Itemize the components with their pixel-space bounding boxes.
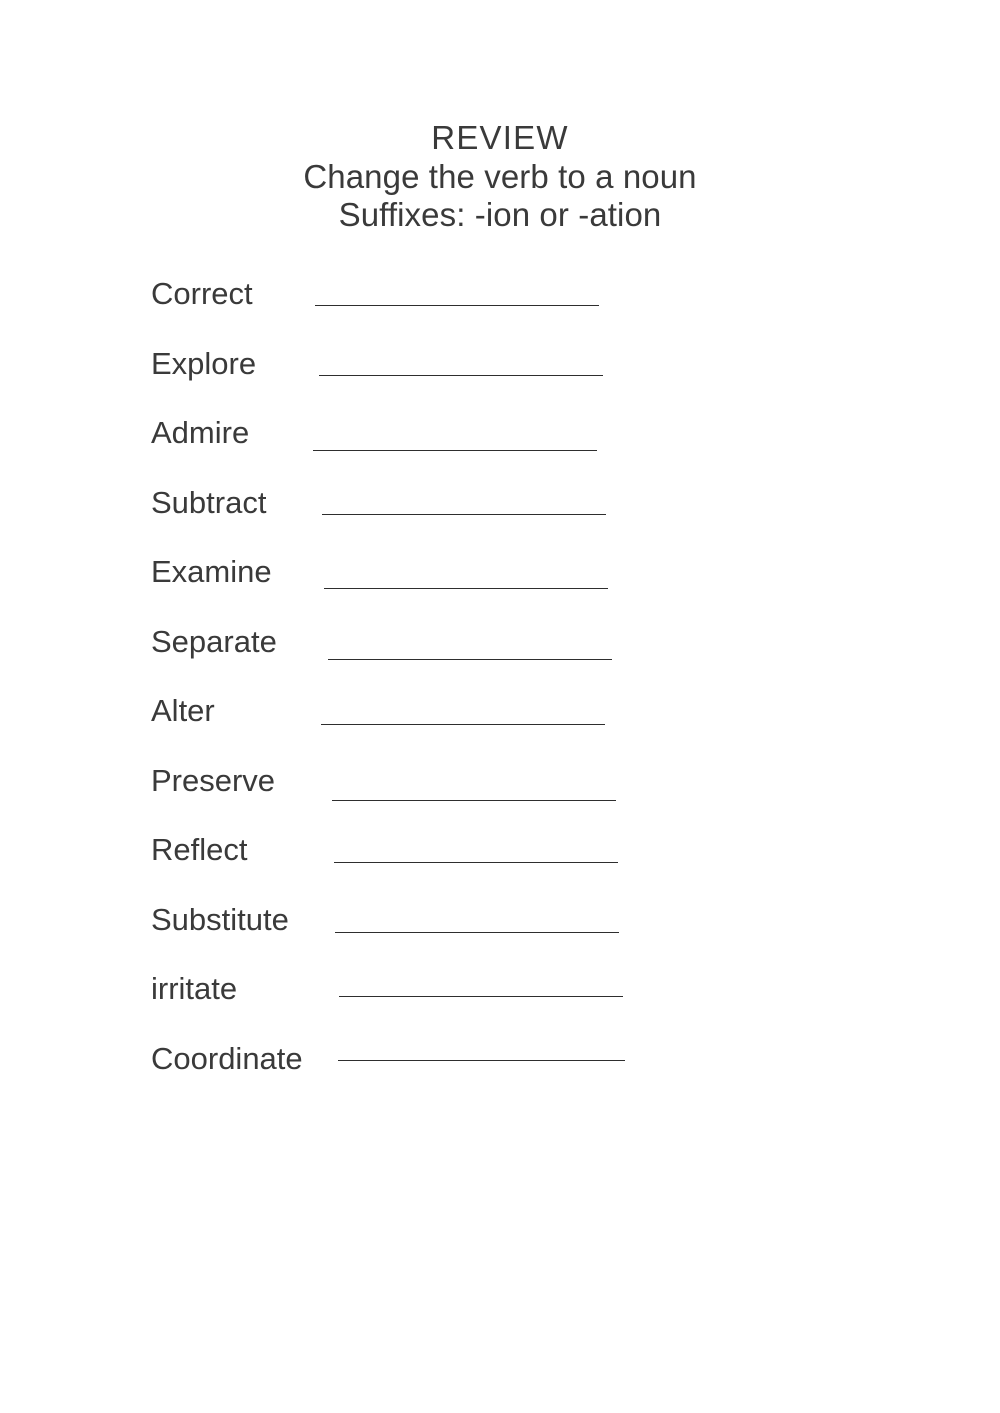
- worksheet-page: REVIEW Change the verb to a noun Suffixe…: [0, 0, 1000, 1413]
- exercise-row: Subtract: [0, 484, 1000, 530]
- verb-label: Substitute: [151, 902, 289, 937]
- exercise-row: Examine: [0, 553, 1000, 599]
- exercise-row: irritate: [0, 970, 1000, 1016]
- verb-label: Coordinate: [151, 1041, 303, 1076]
- verb-label: irritate: [151, 971, 238, 1006]
- answer-blank-line[interactable]: [319, 375, 603, 376]
- answer-blank-line[interactable]: [315, 305, 599, 306]
- answer-blank-line[interactable]: [321, 724, 605, 725]
- answer-blank-line[interactable]: [339, 996, 623, 997]
- verb-label: Admire: [151, 415, 250, 450]
- verb-label: Preserve: [151, 763, 276, 798]
- exercise-row: Correct: [0, 275, 1000, 321]
- exercise-row: Coordinate: [0, 1040, 1000, 1086]
- exercise-row: Substitute: [0, 901, 1000, 947]
- exercise-row: Separate: [0, 623, 1000, 669]
- exercise-row: Alter: [0, 692, 1000, 738]
- verb-label: Explore: [151, 346, 257, 381]
- answer-blank-line[interactable]: [332, 800, 616, 801]
- answer-blank-line[interactable]: [313, 450, 597, 451]
- exercise-row: Preserve: [0, 762, 1000, 808]
- verb-label: Separate: [151, 624, 277, 659]
- verb-label: Correct: [151, 276, 253, 311]
- verb-label: Examine: [151, 554, 272, 589]
- verb-label: Reflect: [151, 832, 248, 867]
- answer-blank-line[interactable]: [322, 514, 606, 515]
- answer-blank-line[interactable]: [334, 862, 618, 863]
- answer-blank-line[interactable]: [328, 659, 612, 660]
- answer-blank-line[interactable]: [338, 1060, 625, 1061]
- exercise-row: Admire: [0, 414, 1000, 460]
- answer-blank-line[interactable]: [335, 932, 619, 933]
- verb-label: Alter: [151, 693, 215, 728]
- verb-label: Subtract: [151, 485, 267, 520]
- exercise-row: Reflect: [0, 831, 1000, 877]
- verb-to-noun-list: Correct Explore Admire Subtract Examine Separ…: [0, 0, 1000, 1413]
- exercise-row: Explore: [0, 345, 1000, 391]
- answer-blank-line[interactable]: [324, 588, 608, 589]
